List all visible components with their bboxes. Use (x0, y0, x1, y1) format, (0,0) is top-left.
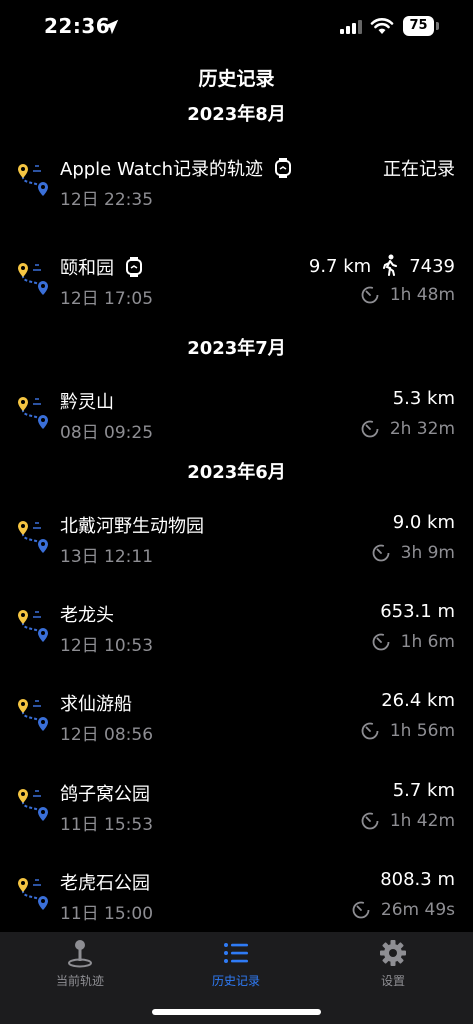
track-date: 12日 08:56 (60, 725, 154, 745)
track-date: 12日 22:35 (60, 190, 154, 210)
track-distance: 808.3 m (380, 869, 455, 890)
apple-watch-icon (126, 257, 142, 277)
track-date: 13日 12:11 (60, 547, 154, 567)
timer-icon (361, 812, 379, 830)
tab-label: 历史记录 (211, 974, 260, 988)
track-row[interactable]: 老虎石公园 11日 15:00 808.3 m 26m 49s (0, 869, 473, 933)
track-duration: 1h 56m (389, 721, 455, 741)
track-name: 颐和园 (60, 258, 114, 279)
track-duration-wrap: 2h 32m (360, 418, 455, 439)
track-row[interactable]: 求仙游船 12日 08:56 26.4 km 1h 56m (0, 690, 473, 754)
tab-label: 当前轨迹 (55, 974, 104, 988)
track-duration: 1h 48m (389, 285, 455, 305)
walking-person-icon (383, 254, 398, 276)
track-duration: 1h 42m (389, 811, 455, 831)
section-header-2023-07: 2023年7月 (187, 338, 286, 359)
home-indicator (152, 1009, 321, 1015)
track-row[interactable]: 黔灵山 08日 09:25 5.3 km 2h 32m (0, 388, 473, 452)
track-route-icon (18, 164, 48, 196)
list-icon (224, 943, 248, 963)
timer-icon (372, 633, 390, 651)
track-name-wrap: Apple Watch记录的轨迹 (60, 155, 293, 181)
track-name: 黔灵山 (60, 392, 114, 413)
track-duration-wrap: 1h 56m (360, 720, 455, 741)
track-duration-wrap: 1h 48m (360, 284, 455, 305)
battery-level: 75 (403, 16, 434, 36)
cellular-signal-icon (340, 20, 362, 34)
track-row[interactable]: 北戴河野生动物园 13日 12:11 9.0 km 3h 9m (0, 512, 473, 576)
timer-icon (372, 544, 390, 562)
status-bar: 22:36 75 (0, 0, 473, 56)
tab-current-track[interactable]: 当前轨迹 (30, 938, 130, 998)
section-header-2023-06: 2023年6月 (187, 462, 286, 483)
track-route-icon (18, 699, 48, 731)
status-time: 22:36 (44, 14, 111, 38)
track-distance: 5.7 km (392, 780, 455, 801)
track-duration-wrap: 3h 9m (371, 542, 455, 563)
track-date: 12日 17:05 (60, 289, 154, 309)
gear-icon (380, 940, 406, 966)
track-name: 鸽子窝公园 (60, 784, 150, 805)
timer-icon (361, 722, 379, 740)
track-route-icon (18, 789, 48, 821)
track-distance: 5.3 km (392, 388, 455, 409)
track-route-icon (18, 397, 48, 429)
track-steps: 7439 (409, 256, 455, 277)
track-row[interactable]: 鸽子窝公园 11日 15:53 5.7 km 1h 42m (0, 780, 473, 844)
timer-icon (361, 420, 379, 438)
location-arrow-icon (103, 19, 119, 35)
tab-settings[interactable]: 设置 (343, 938, 443, 998)
track-duration: 2h 32m (389, 419, 455, 439)
wifi-icon (370, 18, 394, 34)
track-duration-wrap: 1h 42m (360, 810, 455, 831)
tab-label: 设置 (380, 974, 405, 988)
track-distance: 26.4 km (381, 690, 455, 711)
track-route-icon (18, 263, 48, 295)
track-row[interactable]: 颐和园 12日 17:05 9.7 km 7439 1h 48m (0, 254, 473, 318)
track-name: Apple Watch记录的轨迹 (60, 159, 264, 180)
track-duration-wrap: 26m 49s (351, 899, 455, 920)
track-name: 老虎石公园 (60, 873, 150, 894)
track-route-icon (18, 610, 48, 642)
timer-icon (352, 901, 370, 919)
track-duration: 1h 6m (400, 632, 455, 652)
track-distance: 9.0 km (392, 512, 455, 533)
track-route-icon (18, 521, 48, 553)
track-name: 北戴河野生动物园 (60, 516, 204, 537)
section-header-2023-08: 2023年8月 (187, 104, 286, 125)
track-name-wrap: 颐和园 (60, 254, 144, 280)
page-title: 历史记录 (198, 68, 275, 90)
apple-watch-icon (275, 158, 292, 178)
track-duration: 26m 49s (380, 900, 455, 920)
track-date: 11日 15:53 (60, 815, 154, 835)
track-duration-wrap: 1h 6m (371, 631, 455, 652)
track-date: 11日 15:00 (60, 904, 154, 924)
track-date: 12日 10:53 (60, 636, 154, 656)
track-distance-steps: 9.7 km 7439 (309, 254, 455, 277)
track-row[interactable]: 老龙头 12日 10:53 653.1 m 1h 6m (0, 601, 473, 665)
track-distance: 9.7 km (308, 256, 372, 277)
joystick-pin-icon (68, 940, 92, 968)
tab-history[interactable]: 历史记录 (186, 938, 286, 998)
track-date: 08日 09:25 (60, 423, 154, 443)
recording-status: 正在记录 (383, 159, 455, 180)
track-distance: 653.1 m (380, 601, 455, 622)
track-name: 老龙头 (60, 605, 114, 626)
track-name: 求仙游船 (60, 694, 132, 715)
track-duration: 3h 9m (400, 543, 455, 563)
timer-icon (361, 286, 379, 304)
track-route-icon (18, 878, 48, 910)
battery-tip (436, 22, 439, 30)
track-row[interactable]: Apple Watch记录的轨迹 12日 22:35 正在记录 (0, 155, 473, 219)
